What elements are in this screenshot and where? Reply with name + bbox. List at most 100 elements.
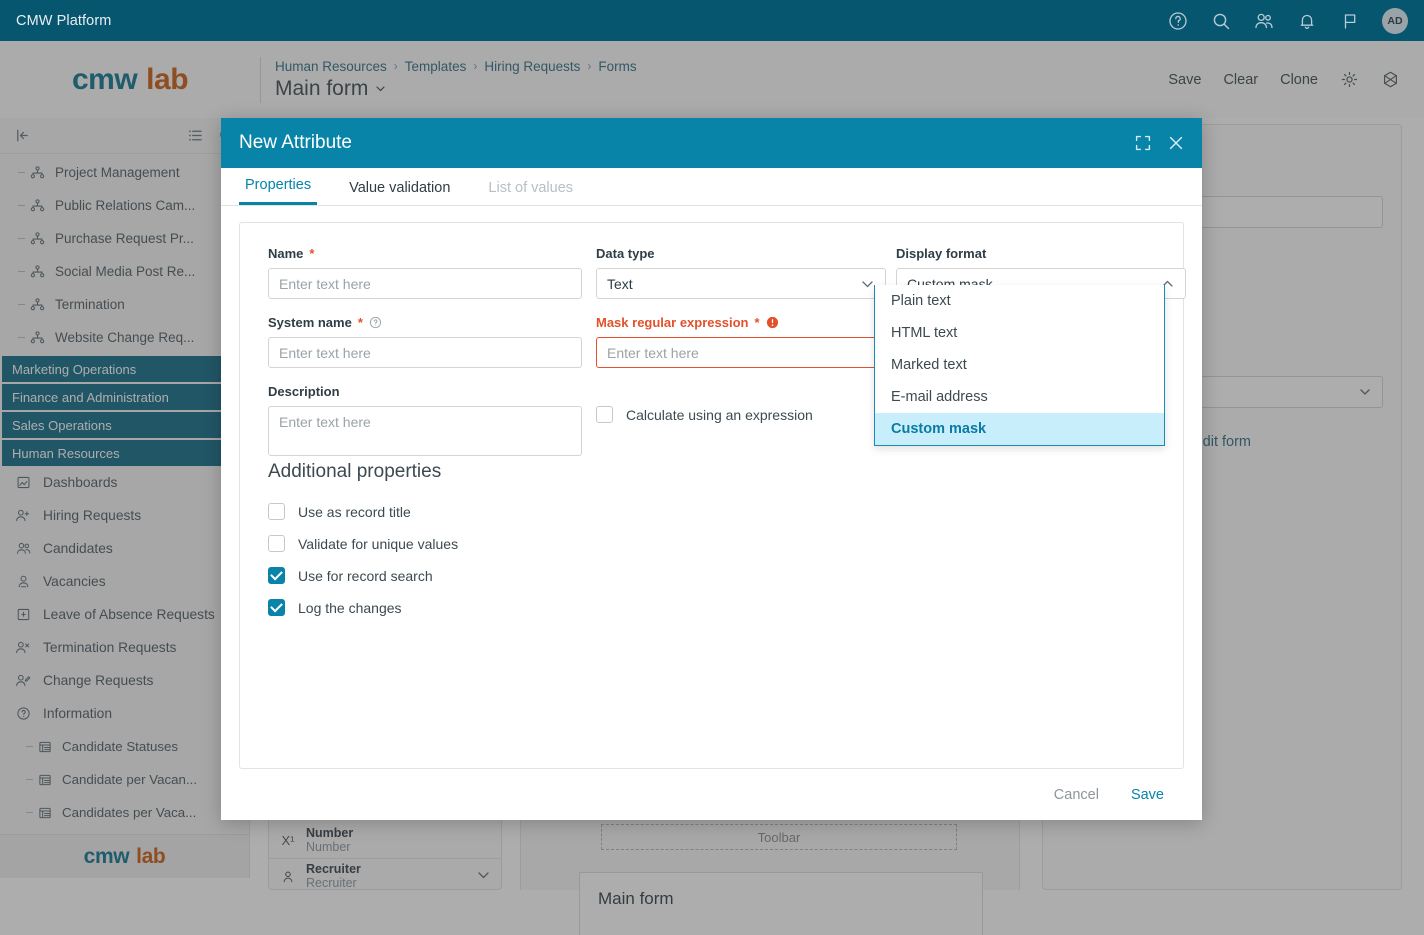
sidebar-subitem-social-media-post[interactable]: Social Media Post Re... — [0, 255, 249, 288]
help-circle-icon[interactable] — [369, 316, 382, 329]
sidebar-scroll[interactable]: Project Management Public Relations Cam.… — [0, 154, 249, 834]
mask-regex-input[interactable] — [596, 337, 886, 369]
tab-value-validation[interactable]: Value validation — [343, 180, 456, 205]
sidebar-item-candidates[interactable]: Candidates — [0, 532, 249, 565]
sidebar-item-termination-requests[interactable]: Termination Requests — [0, 631, 249, 664]
chevron-down-icon — [860, 279, 875, 289]
sidebar-item-leave-of-absence-requests[interactable]: Leave of Absence Requests — [0, 598, 249, 631]
sidebar-footer-logo: cmw lab — [0, 834, 249, 878]
save-button[interactable]: Save — [1131, 787, 1164, 803]
gear-icon[interactable] — [1340, 70, 1359, 89]
sidebar-subitem-purchase-request[interactable]: Purchase Request Pr... — [0, 222, 249, 255]
calculate-expression-group: Calculate using an expression — [596, 384, 896, 461]
sidebar-group-label: Human Resources — [12, 445, 120, 461]
dropdown-option-marked-text[interactable]: Marked text — [875, 349, 1164, 381]
help-icon[interactable] — [1167, 10, 1189, 32]
sidebar-item-information[interactable]: Information ▴ — [0, 697, 249, 730]
toolbar-placeholder[interactable]: Toolbar — [601, 824, 957, 850]
mask-regex-field-group: Mask regular expression * — [596, 315, 896, 369]
close-icon[interactable] — [1166, 133, 1186, 153]
sidebar-child-candidates-per-vacancy[interactable]: Candidates per Vaca... — [0, 796, 249, 829]
sidebar-group-sales-operations[interactable]: Sales Operations ▾ — [2, 412, 247, 438]
process-icon — [30, 232, 46, 245]
system-name-input[interactable] — [268, 337, 582, 369]
sidebar-group-marketing-operations[interactable]: Marketing Operations ▾ — [2, 356, 247, 382]
tab-properties[interactable]: Properties — [239, 177, 318, 206]
log-the-changes-checkbox[interactable] — [268, 599, 285, 617]
sidebar-item-label: Leave of Absence Requests — [43, 607, 215, 622]
validate-unique-values-row[interactable]: Validate for unique values — [268, 535, 458, 553]
attribute-subtitle: Recruiter — [306, 876, 357, 890]
app-root: CMW Platform AD cmw lab Human Resources … — [0, 0, 1424, 935]
attribute-row-recruiter[interactable]: Recruiter Recruiter — [269, 859, 501, 890]
sidebar-subitem-website-change[interactable]: Website Change Req... — [0, 321, 249, 354]
breadcrumb-separator: › — [473, 59, 478, 73]
hexagon-icon[interactable] — [1381, 70, 1400, 89]
data-type-select[interactable]: Text — [596, 268, 886, 300]
calculate-expression-checkbox-row[interactable]: Calculate using an expression — [596, 406, 896, 424]
validate-unique-values-checkbox[interactable] — [268, 535, 285, 553]
bell-icon[interactable] — [1296, 10, 1318, 32]
user-edit-icon — [14, 673, 32, 688]
sidebar-group-finance-administration[interactable]: Finance and Administration ▾ — [2, 384, 247, 410]
breadcrumb-item-1[interactable]: Templates — [405, 59, 467, 74]
use-as-record-title-checkbox[interactable] — [268, 503, 285, 521]
sidebar-toolbar — [0, 118, 249, 154]
search-icon[interactable] — [1210, 10, 1232, 32]
clear-button[interactable]: Clear — [1223, 72, 1258, 88]
attribute-row-number[interactable]: X¹ Number Number — [269, 823, 501, 859]
dropdown-option-custom-mask[interactable]: Custom mask — [875, 413, 1164, 445]
use-for-record-search-checkbox[interactable] — [268, 567, 285, 585]
list-icon[interactable] — [187, 127, 204, 144]
breadcrumb-item-2[interactable]: Hiring Requests — [484, 59, 580, 74]
dropdown-option-html-text[interactable]: HTML text — [875, 317, 1164, 349]
sidebar-item-dashboards[interactable]: Dashboards — [0, 466, 249, 499]
modal-tabs: Properties Value validation List of valu… — [221, 168, 1202, 207]
sidebar-subitem-label: Public Relations Cam... — [55, 198, 196, 213]
avatar[interactable]: AD — [1382, 7, 1408, 34]
sidebar-subitem-label: Social Media Post Re... — [55, 264, 196, 279]
log-the-changes-row[interactable]: Log the changes — [268, 599, 458, 617]
sidebar-item-hiring-requests[interactable]: Hiring Requests — [0, 499, 249, 532]
save-button[interactable]: Save — [1168, 72, 1201, 88]
modal-footer: Cancel Save — [221, 769, 1202, 820]
name-label: Name * — [268, 246, 596, 261]
collapse-icon[interactable] — [14, 127, 31, 144]
dropdown-option-email-address[interactable]: E-mail address — [875, 381, 1164, 413]
form-title-dropdown[interactable]: Main form — [275, 77, 637, 101]
sidebar-child-change-request-statuses[interactable]: Change Request Stat... — [0, 829, 249, 834]
name-input[interactable] — [268, 268, 582, 300]
list-table-icon — [38, 773, 52, 787]
cancel-button[interactable]: Cancel — [1054, 787, 1099, 803]
flag-icon[interactable] — [1339, 10, 1361, 32]
sidebar-child-candidate-statuses[interactable]: Candidate Statuses — [0, 730, 249, 763]
main-form-card[interactable]: Main form — [579, 872, 983, 935]
display-format-dropdown[interactable]: Plain text HTML text Marked text E-mail … — [874, 285, 1165, 446]
user-icon — [14, 574, 32, 589]
breadcrumb-wrap: Human Resources › Templates › Hiring Req… — [261, 59, 637, 101]
breadcrumb-item-0[interactable]: Human Resources — [275, 59, 387, 74]
sidebar-subitem-public-relations[interactable]: Public Relations Cam... — [0, 189, 249, 222]
sidebar-child-candidate-per-vacancy[interactable]: Candidate per Vacan... — [0, 763, 249, 796]
sidebar-item-vacancies[interactable]: Vacancies — [0, 565, 249, 598]
clone-button[interactable]: Clone — [1280, 72, 1318, 88]
use-as-record-title-row[interactable]: Use as record title — [268, 503, 458, 521]
sidebar-subitem-termination[interactable]: Termination — [0, 288, 249, 321]
attribute-title: Recruiter — [306, 862, 361, 876]
sidebar-group-human-resources[interactable]: Human Resources ▴ — [2, 440, 247, 466]
dropdown-option-plain-text[interactable]: Plain text — [875, 285, 1164, 317]
system-name-label-text: System name — [268, 315, 352, 331]
sidebar-subitem-project-management[interactable]: Project Management — [0, 156, 249, 189]
expand-icon[interactable] — [1134, 134, 1152, 152]
breadcrumb-item-3[interactable]: Forms — [598, 59, 636, 74]
chevron-down-icon[interactable] — [476, 870, 491, 883]
sidebar-item-label: Change Requests — [43, 673, 154, 688]
process-icon — [30, 199, 46, 212]
use-for-record-search-row[interactable]: Use for record search — [268, 567, 458, 585]
footer-brand-part-1: cmw — [83, 844, 130, 868]
description-textarea[interactable] — [268, 406, 582, 457]
users-icon[interactable] — [1253, 10, 1275, 32]
list-table-icon — [38, 740, 52, 754]
calculate-expression-checkbox[interactable] — [596, 406, 613, 424]
sidebar-item-change-requests[interactable]: Change Requests — [0, 664, 249, 697]
